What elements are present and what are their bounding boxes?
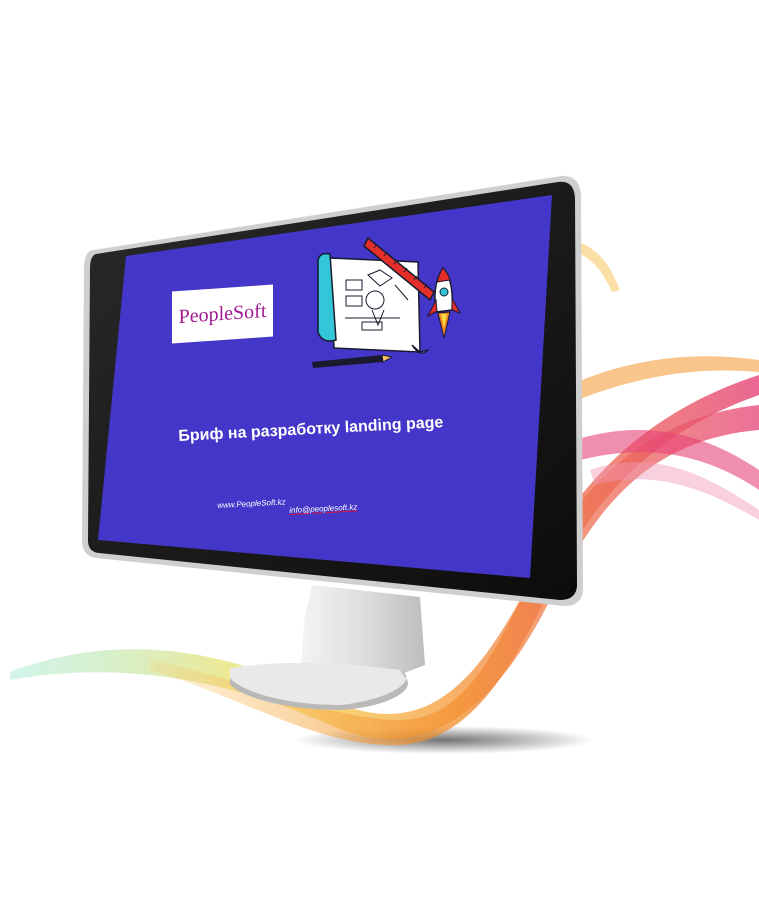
monitor-stand [230,585,425,710]
monitor-illustration [10,175,759,754]
peoplesoft-logo: PeopleSoft [172,284,273,344]
product-showcase: PeopleSoft Бриф на разработку landing pa… [0,0,759,900]
logo-text: PeopleSoft [178,299,267,328]
monitor-screen [98,195,552,578]
